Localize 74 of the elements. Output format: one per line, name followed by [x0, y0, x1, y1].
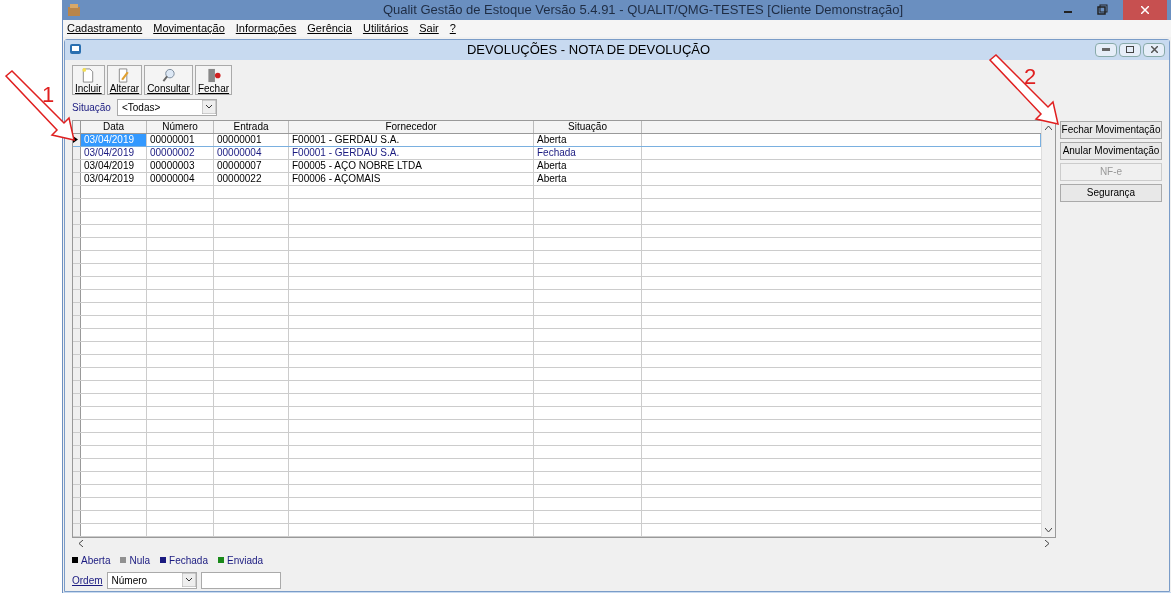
close-button[interactable] [1143, 42, 1165, 57]
table-cell: 03/04/2019 [81, 146, 147, 159]
table-cell: F00001 - GERDAU S.A. [289, 146, 534, 159]
legend-label: Aberta [81, 553, 111, 568]
toolbar-button[interactable]: Consultar [144, 64, 193, 95]
table-cell: F00005 - AÇO NOBRE LTDA [289, 159, 534, 172]
window-title: DEVOLUÇÕES - NOTA DE DEVOLUÇÃO [465, 40, 712, 59]
table-cell: Aberta [534, 159, 642, 172]
menu-item[interactable]: Movimentação [153, 20, 225, 37]
table-row[interactable]: 03/04/2019 00000002 00000004 F00001 - GERDAU S.A. Fechada [73, 146, 1041, 160]
scroll-down-icon[interactable] [1045, 527, 1052, 533]
caret-icon [181, 573, 196, 587]
table-cell: 03/04/2019 [81, 172, 147, 185]
window-title: Qualit Gestão de Estoque Versão 5.4.91 - QUALIT/QMG-TESTES [Cliente Demonstração] [381, 1, 905, 20]
menu-item[interactable]: Cadastramento [67, 20, 143, 37]
action-button[interactable]: Anular Movimentação [1060, 141, 1162, 160]
close-icon [1141, 6, 1149, 14]
table-cell: 00000022 [214, 172, 289, 185]
menu-item[interactable]: Informações [235, 20, 297, 37]
column-header[interactable]: Entrada [214, 120, 289, 133]
minimize-button[interactable] [1095, 42, 1117, 57]
document-icon [81, 67, 96, 83]
search-field[interactable] [200, 571, 281, 589]
table-cell: Aberta [534, 133, 642, 146]
vertical-scrollbar[interactable] [1041, 120, 1055, 537]
action-button[interactable]: Segurança [1060, 183, 1162, 202]
table-cell: F00001 - GERDAU S.A. [289, 133, 534, 146]
minimize-icon [1102, 47, 1110, 52]
filter-label: Situação [72, 100, 111, 115]
column-header[interactable]: Fornecedor [289, 120, 534, 133]
table-cell: 03/04/2019 [81, 159, 147, 172]
app-logo-icon [67, 3, 81, 17]
scroll-left-icon[interactable] [78, 540, 83, 547]
order-dropdown[interactable]: Número [106, 571, 197, 589]
door-exit-icon [205, 67, 222, 83]
situation-dropdown[interactable]: <Todas> [116, 98, 217, 116]
caret-icon [201, 100, 216, 114]
table-cell: Fechada [534, 146, 642, 159]
scroll-right-icon[interactable] [1045, 540, 1050, 547]
column-header[interactable]: Número [147, 120, 214, 133]
annotation-number: 1 [42, 84, 55, 106]
scroll-up-icon[interactable] [1045, 124, 1052, 130]
menu-item[interactable]: Gerência [307, 20, 352, 37]
annotation-number: 2 [1024, 66, 1037, 88]
toolbar-button[interactable]: Alterar [106, 64, 143, 95]
table-cell: 00000003 [147, 159, 214, 172]
table-row[interactable]: 03/04/2019 00000001 00000001 F00001 - GERDAU S.A. Aberta [73, 133, 1041, 147]
table-cell: 00000001 [147, 133, 214, 146]
legend-label: Nula [129, 553, 151, 568]
table-cell: 00000001 [214, 133, 289, 146]
table-row[interactable]: 03/04/2019 00000004 00000022 F00006 - AÇOMAIS Aberta [73, 172, 1041, 186]
toolbar-button[interactable]: Fechar [194, 64, 233, 95]
table-cell: Aberta [534, 172, 642, 185]
table-cell: 00000002 [147, 146, 214, 159]
close-icon [1150, 46, 1158, 53]
column-header[interactable]: Data [81, 120, 147, 133]
table-cell: 00000004 [147, 172, 214, 185]
column-header[interactable]: Situação [534, 120, 642, 133]
action-button[interactable]: Fechar Movimentação [1060, 120, 1162, 139]
table-cell: F00006 - AÇOMAIS [289, 172, 534, 185]
toolbar-button[interactable]: Incluir [72, 64, 105, 95]
magnifier-icon [160, 67, 177, 83]
restore-button[interactable] [1119, 42, 1141, 57]
table-cell: 00000004 [214, 146, 289, 159]
table-cell: 00000007 [214, 159, 289, 172]
menu-item[interactable]: Sair [419, 20, 439, 37]
legend-label: Fechada [169, 553, 208, 568]
menu-item[interactable]: Utilitários [362, 20, 409, 37]
menu-item[interactable]: ? [449, 20, 456, 37]
restore-icon [1126, 46, 1134, 53]
order-label: Ordem [72, 573, 103, 588]
table-row[interactable]: 03/04/2019 00000003 00000007 F00005 - AÇO NOBRE LTDA Aberta [73, 159, 1041, 173]
window-icon [69, 43, 82, 56]
legend-label: Enviada [226, 553, 264, 568]
